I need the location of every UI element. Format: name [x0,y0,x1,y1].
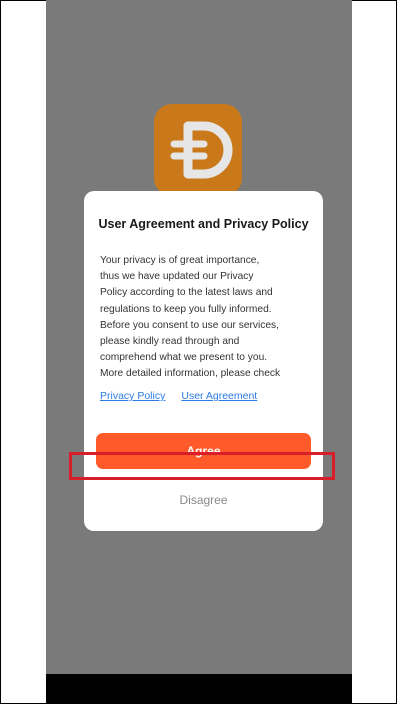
dialog-title: User Agreement and Privacy Policy [98,217,309,231]
body-line: Your privacy is of great importance, [100,255,260,266]
policy-links: Privacy Policy User Agreement [100,390,310,402]
body-line: please kindly read through and [100,336,240,348]
user-agreement-link[interactable]: User Agreement [181,390,257,402]
body-line: More detailed information, please check [100,368,281,380]
system-navigation-bar [46,674,352,704]
body-line: regulations to keep you fully informed. [100,303,272,315]
dialog-body-text: Your privacy is of great importance, thu… [100,253,312,383]
agree-button[interactable]: Agree [96,433,311,469]
body-line: thus we have updated our Privacy [100,271,254,283]
body-line: Policy according to the latest laws and [100,287,273,299]
privacy-dialog: User Agreement and Privacy Policy Your p… [84,191,323,531]
body-line: Before you consent to use our services, [100,319,279,331]
disagree-button[interactable]: Disagree [96,487,311,513]
privacy-policy-link[interactable]: Privacy Policy [100,390,165,402]
app-logo-icon [154,104,242,196]
body-line: comprehend what we present to you. [100,352,268,364]
